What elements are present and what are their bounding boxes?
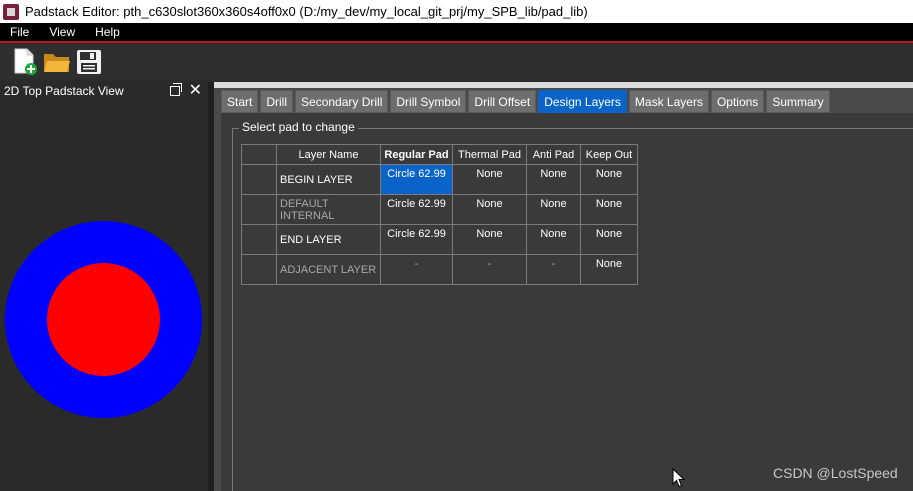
row-header[interactable]	[241, 224, 277, 255]
layer-name-cell: BEGIN LAYER	[276, 164, 381, 195]
row-header[interactable]	[241, 164, 277, 195]
regular-pad-cell[interactable]: Circle 62.99	[380, 224, 453, 255]
menu-help[interactable]: Help	[85, 25, 130, 39]
layer-name-cell: DEFAULT INTERNAL	[276, 194, 381, 225]
keep-out-cell[interactable]: None	[580, 194, 638, 225]
thermal-pad-cell[interactable]: -	[452, 254, 527, 285]
watermark: CSDN @LostSpeed	[773, 465, 898, 481]
keep-out-cell[interactable]: None	[580, 164, 638, 195]
regular-pad-cell[interactable]: Circle 62.99	[380, 164, 453, 195]
open-button[interactable]	[42, 47, 72, 77]
toolbar	[0, 45, 913, 79]
new-button[interactable]	[10, 47, 40, 77]
group-title: Select pad to change	[239, 120, 358, 134]
app-icon	[3, 3, 19, 20]
window-title: Padstack Editor: pth_c630slot360x360s4of…	[25, 4, 588, 19]
drill-circle	[47, 263, 160, 376]
mouse-cursor-icon	[672, 468, 686, 488]
tab-design-layers[interactable]: Design Layers	[538, 90, 627, 113]
regular-pad-cell[interactable]: Circle 62.99	[380, 194, 453, 225]
row-header[interactable]	[241, 194, 277, 225]
tab-summary[interactable]: Summary	[766, 90, 830, 113]
anti-pad-cell[interactable]: None	[526, 224, 581, 255]
tab-start[interactable]: Start	[221, 90, 259, 113]
table-row: DEFAULT INTERNAL Circle 62.99 None None …	[241, 194, 638, 225]
tab-secondary-drill[interactable]: Secondary Drill	[295, 90, 389, 113]
tab-options[interactable]: Options	[710, 90, 765, 113]
table-header-row: Layer Name Regular Pad Thermal Pad Anti …	[241, 144, 638, 165]
table-row: ADJACENT LAYER - - - None	[241, 254, 638, 285]
tab-bar: Start Drill Secondary Drill Drill Symbol…	[221, 90, 832, 113]
keep-out-cell[interactable]: None	[580, 254, 638, 285]
close-icon[interactable]: ✕	[189, 82, 202, 100]
open-folder-icon	[44, 54, 70, 72]
thermal-pad-cell[interactable]: None	[452, 194, 527, 225]
tab-drill-symbol[interactable]: Drill Symbol	[390, 90, 467, 113]
keep-out-cell[interactable]: None	[580, 224, 638, 255]
panel-title: 2D Top Padstack View	[4, 84, 124, 98]
header-regular-pad[interactable]: Regular Pad	[380, 144, 453, 165]
new-file-icon	[14, 48, 37, 75]
table-row: BEGIN LAYER Circle 62.99 None None None	[241, 164, 638, 195]
anti-pad-cell[interactable]: None	[526, 194, 581, 225]
header-keep-out[interactable]: Keep Out	[580, 144, 638, 165]
padstack-view-header: 2D Top Padstack View ✕	[0, 82, 208, 100]
row-header[interactable]	[241, 254, 277, 285]
tab-drill-offset[interactable]: Drill Offset	[468, 90, 537, 113]
thermal-pad-cell[interactable]: None	[452, 224, 527, 255]
layers-table: Layer Name Regular Pad Thermal Pad Anti …	[241, 144, 638, 285]
layer-name-cell: ADJACENT LAYER	[276, 254, 381, 285]
anti-pad-cell[interactable]: -	[526, 254, 581, 285]
thermal-pad-cell[interactable]: None	[452, 164, 527, 195]
anti-pad-cell[interactable]: None	[526, 164, 581, 195]
save-button[interactable]	[74, 47, 104, 77]
menu-view[interactable]: View	[39, 25, 85, 39]
menu-bar: File View Help	[0, 23, 913, 43]
restore-icon[interactable]	[170, 83, 182, 96]
regular-pad-cell[interactable]: -	[380, 254, 453, 285]
panel-top-strip	[214, 82, 913, 88]
layer-name-cell: END LAYER	[276, 224, 381, 255]
menu-file[interactable]: File	[0, 25, 39, 39]
header-corner	[241, 144, 277, 165]
table-row: END LAYER Circle 62.99 None None None	[241, 224, 638, 255]
save-icon	[77, 50, 101, 74]
tab-mask-layers[interactable]: Mask Layers	[628, 90, 709, 113]
title-bar: Padstack Editor: pth_c630slot360x360s4of…	[0, 0, 913, 23]
header-layer-name[interactable]: Layer Name	[276, 144, 381, 165]
tab-drill[interactable]: Drill	[260, 90, 294, 113]
header-anti-pad[interactable]: Anti Pad	[526, 144, 581, 165]
header-thermal-pad[interactable]: Thermal Pad	[452, 144, 527, 165]
